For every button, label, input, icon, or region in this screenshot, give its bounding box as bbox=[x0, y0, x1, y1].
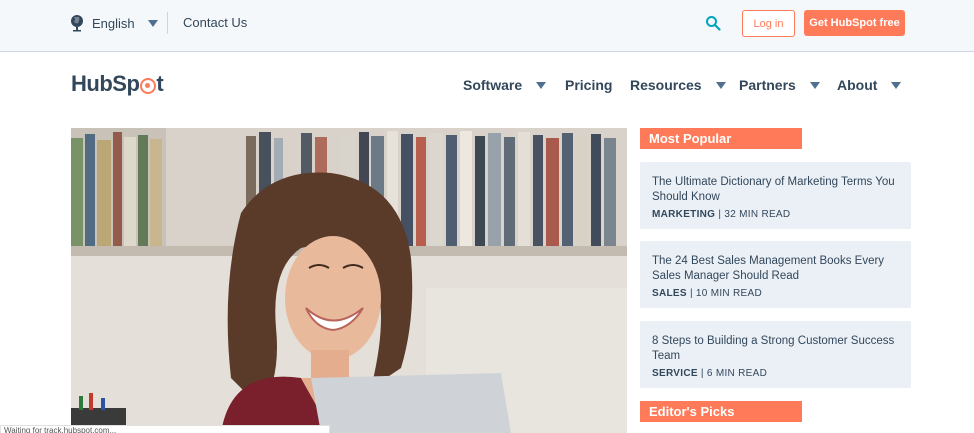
globe-icon bbox=[71, 15, 83, 32]
get-hubspot-free-button[interactable]: Get HubSpot free bbox=[804, 10, 905, 36]
chevron-down-icon bbox=[809, 81, 820, 89]
browser-status-bar: Waiting for track.hubspot.com... bbox=[0, 425, 330, 433]
nav-item-label: About bbox=[837, 77, 878, 93]
chevron-down-icon bbox=[147, 19, 158, 27]
article-card[interactable]: 8 Steps to Building a Strong Customer Su… bbox=[640, 321, 911, 388]
nav-item-about[interactable]: About bbox=[837, 76, 902, 94]
contact-us-link[interactable]: Contact Us bbox=[183, 15, 247, 30]
nav-item-resources[interactable]: Resources bbox=[630, 76, 726, 94]
editors-picks-label: Editor's Picks bbox=[640, 401, 802, 422]
nav-item-pricing[interactable]: Pricing bbox=[565, 76, 612, 94]
article-category[interactable]: SERVICE bbox=[652, 368, 698, 379]
language-label: English bbox=[92, 15, 135, 31]
article-read-time: | 32 MIN READ bbox=[718, 209, 791, 220]
nav-item-label: Software bbox=[463, 77, 523, 93]
nav-item-software[interactable]: Software bbox=[463, 76, 547, 94]
nav-item-label: Resources bbox=[630, 77, 702, 93]
hero-image[interactable] bbox=[71, 128, 627, 433]
most-popular-label: Most Popular bbox=[640, 128, 802, 149]
nav-item-partners[interactable]: Partners bbox=[739, 76, 820, 94]
article-meta: SERVICE | 6 MIN READ bbox=[652, 368, 899, 379]
chevron-down-icon bbox=[536, 81, 547, 89]
article-title[interactable]: 8 Steps to Building a Strong Customer Su… bbox=[652, 334, 899, 364]
article-title[interactable]: The 24 Best Sales Management Books Every… bbox=[652, 254, 899, 284]
article-meta: SALES | 10 MIN READ bbox=[652, 288, 899, 299]
article-category[interactable]: MARKETING bbox=[652, 209, 715, 220]
article-category[interactable]: SALES bbox=[652, 288, 687, 299]
utility-bar: English Contact Us Log in Get HubSpot fr… bbox=[0, 0, 974, 52]
nav-item-label: Partners bbox=[739, 77, 796, 93]
article-read-time: | 6 MIN READ bbox=[700, 368, 768, 379]
article-meta: MARKETING | 32 MIN READ bbox=[652, 209, 899, 220]
hero-photo-illustration bbox=[71, 128, 627, 433]
article-read-time: | 10 MIN READ bbox=[689, 288, 763, 299]
article-card[interactable]: The 24 Best Sales Management Books Every… bbox=[640, 241, 911, 308]
chevron-down-icon bbox=[715, 81, 726, 89]
nav-item-label: Pricing bbox=[565, 77, 613, 93]
logo-text-suffix: t bbox=[156, 71, 164, 96]
search-icon[interactable] bbox=[705, 15, 721, 31]
logo-text-prefix: HubSp bbox=[71, 71, 140, 96]
sprocket-logo-icon bbox=[140, 77, 157, 94]
login-button[interactable]: Log in bbox=[742, 10, 795, 37]
article-card[interactable]: The Ultimate Dictionary of Marketing Ter… bbox=[640, 162, 911, 229]
article-title[interactable]: The Ultimate Dictionary of Marketing Ter… bbox=[652, 175, 899, 205]
language-selector[interactable]: English bbox=[70, 13, 158, 33]
chevron-down-icon bbox=[891, 81, 902, 89]
hubspot-logo[interactable]: HubSp t bbox=[71, 70, 164, 98]
divider bbox=[167, 12, 168, 34]
